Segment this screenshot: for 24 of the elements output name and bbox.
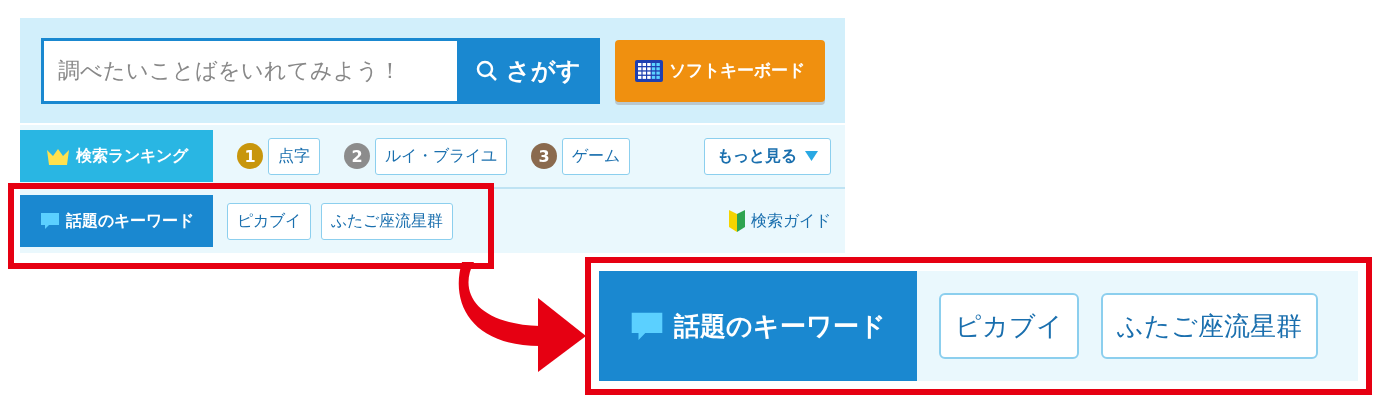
speech-bubble-icon	[39, 212, 60, 230]
keyword-tag[interactable]: ゲーム	[562, 137, 630, 175]
rank-badge: 2	[344, 143, 370, 169]
keyword-tag[interactable]: ピカブイ	[939, 293, 1079, 359]
keyword-tag[interactable]: 点字	[268, 137, 320, 175]
rank-badge: 3	[531, 143, 557, 169]
search-field[interactable]: 調べたいことばをいれてみよう！	[41, 37, 457, 104]
keyword-tag[interactable]: ふたご座流星群	[321, 202, 453, 240]
crown-icon	[45, 147, 70, 165]
keyword-tag[interactable]: ピカブイ	[227, 202, 311, 240]
rank-badge: 1	[237, 143, 263, 169]
more-button[interactable]: もっと見る	[704, 137, 831, 175]
dropdown-caret-icon	[805, 151, 818, 161]
search-button[interactable]: さがす	[457, 37, 600, 104]
search-icon	[476, 59, 498, 82]
keyword-tag[interactable]: ふたご座流星群	[1101, 293, 1318, 359]
beginner-mark-icon	[727, 210, 747, 232]
speech-bubble-icon	[630, 310, 664, 342]
keyword-tag[interactable]: ルイ・ブライユ	[375, 137, 507, 175]
trending-title: 話題のキーワード	[674, 309, 886, 343]
search-guide-link[interactable]: 検索ガイド	[727, 210, 831, 232]
ranking-title: 検索ランキング	[75, 145, 188, 167]
keyboard-icon	[635, 59, 663, 82]
trending-title: 話題のキーワード	[65, 210, 194, 232]
